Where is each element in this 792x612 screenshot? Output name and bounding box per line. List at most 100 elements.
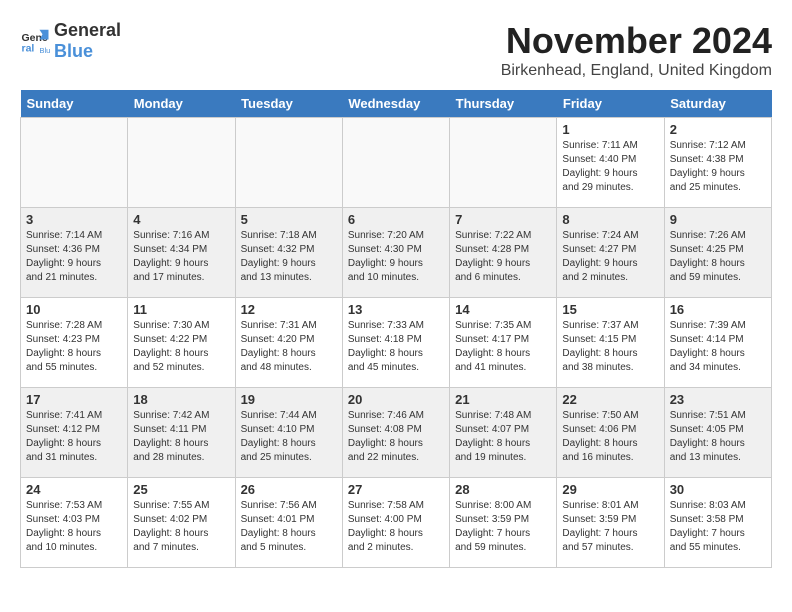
day-number: 4 bbox=[133, 212, 229, 227]
day-info: Sunrise: 7:24 AM Sunset: 4:27 PM Dayligh… bbox=[562, 229, 658, 285]
day-info: Sunrise: 7:30 AM Sunset: 4:22 PM Dayligh… bbox=[133, 319, 229, 375]
calendar-cell: 24Sunrise: 7:53 AM Sunset: 4:03 PM Dayli… bbox=[21, 478, 128, 568]
day-info: Sunrise: 7:11 AM Sunset: 4:40 PM Dayligh… bbox=[562, 139, 658, 195]
day-info: Sunrise: 7:50 AM Sunset: 4:06 PM Dayligh… bbox=[562, 409, 658, 465]
weekday-header-tuesday: Tuesday bbox=[235, 90, 342, 118]
day-info: Sunrise: 7:44 AM Sunset: 4:10 PM Dayligh… bbox=[241, 409, 337, 465]
day-info: Sunrise: 7:46 AM Sunset: 4:08 PM Dayligh… bbox=[348, 409, 444, 465]
day-number: 15 bbox=[562, 302, 658, 317]
day-info: Sunrise: 7:14 AM Sunset: 4:36 PM Dayligh… bbox=[26, 229, 122, 285]
weekday-header-wednesday: Wednesday bbox=[342, 90, 449, 118]
day-info: Sunrise: 7:48 AM Sunset: 4:07 PM Dayligh… bbox=[455, 409, 551, 465]
day-info: Sunrise: 7:18 AM Sunset: 4:32 PM Dayligh… bbox=[241, 229, 337, 285]
day-info: Sunrise: 8:03 AM Sunset: 3:58 PM Dayligh… bbox=[670, 499, 766, 555]
day-info: Sunrise: 8:01 AM Sunset: 3:59 PM Dayligh… bbox=[562, 499, 658, 555]
day-number: 8 bbox=[562, 212, 658, 227]
day-number: 10 bbox=[26, 302, 122, 317]
day-number: 6 bbox=[348, 212, 444, 227]
day-number: 26 bbox=[241, 482, 337, 497]
day-info: Sunrise: 7:39 AM Sunset: 4:14 PM Dayligh… bbox=[670, 319, 766, 375]
svg-text:Blue: Blue bbox=[40, 46, 51, 55]
calendar-cell: 18 Sunrise: 7:42 AM Sunset: 4:11 PM Dayli… bbox=[128, 388, 235, 478]
calendar-cell: 25 Sunrise: 7:55 AM Sunset: 4:02 PM Dayli… bbox=[128, 478, 235, 568]
day-number: 14 bbox=[455, 302, 551, 317]
calendar-cell: 19 Sunrise: 7:44 AM Sunset: 4:10 PM Dayli… bbox=[235, 388, 342, 478]
calendar-cell: 14 Sunrise: 7:35 AM Sunset: 4:17 PM Dayli… bbox=[450, 298, 557, 388]
calendar-cell: 22 Sunrise: 7:50 AM Sunset: 4:06 PM Dayli… bbox=[557, 388, 664, 478]
day-info: Sunrise: 7:55 AM Sunset: 4:02 PM Dayligh… bbox=[133, 499, 229, 555]
calendar-cell bbox=[128, 118, 235, 208]
day-info: Sunrise: 7:53 AM Sunset: 4:03 PM Dayligh… bbox=[26, 499, 122, 555]
calendar-cell: 23 Sunrise: 7:51 AM Sunset: 4:05 PM Dayli… bbox=[664, 388, 771, 478]
calendar-cell: 21 Sunrise: 7:48 AM Sunset: 4:07 PM Dayli… bbox=[450, 388, 557, 478]
logo-icon: Gene ral Blue bbox=[20, 26, 50, 56]
calendar-cell: 26 Sunrise: 7:56 AM Sunset: 4:01 PM Dayli… bbox=[235, 478, 342, 568]
calendar-cell: 30 Sunrise: 8:03 AM Sunset: 3:58 PM Dayli… bbox=[664, 478, 771, 568]
calendar-cell: 12Sunrise: 7:31 AM Sunset: 4:20 PM Dayli… bbox=[235, 298, 342, 388]
day-info: Sunrise: 7:12 AM Sunset: 4:38 PM Dayligh… bbox=[670, 139, 766, 195]
calendar-cell: 20Sunrise: 7:46 AM Sunset: 4:08 PM Dayli… bbox=[342, 388, 449, 478]
day-info: Sunrise: 7:22 AM Sunset: 4:28 PM Dayligh… bbox=[455, 229, 551, 285]
day-number: 2 bbox=[670, 122, 766, 137]
day-number: 16 bbox=[670, 302, 766, 317]
header: Gene ral Blue General Blue November 2024… bbox=[20, 20, 772, 80]
day-number: 28 bbox=[455, 482, 551, 497]
day-number: 30 bbox=[670, 482, 766, 497]
day-number: 21 bbox=[455, 392, 551, 407]
day-number: 1 bbox=[562, 122, 658, 137]
day-number: 11 bbox=[133, 302, 229, 317]
calendar-cell: 2 Sunrise: 7:12 AM Sunset: 4:38 PM Daylig… bbox=[664, 118, 771, 208]
day-info: Sunrise: 7:58 AM Sunset: 4:00 PM Dayligh… bbox=[348, 499, 444, 555]
day-info: Sunrise: 7:37 AM Sunset: 4:15 PM Dayligh… bbox=[562, 319, 658, 375]
location-title: Birkenhead, England, United Kingdom bbox=[501, 62, 772, 80]
day-number: 29 bbox=[562, 482, 658, 497]
day-info: Sunrise: 7:41 AM Sunset: 4:12 PM Dayligh… bbox=[26, 409, 122, 465]
day-info: Sunrise: 8:00 AM Sunset: 3:59 PM Dayligh… bbox=[455, 499, 551, 555]
day-number: 5 bbox=[241, 212, 337, 227]
calendar-cell: 3 Sunrise: 7:14 AM Sunset: 4:36 PM Daylig… bbox=[21, 208, 128, 298]
logo-blue: Blue bbox=[54, 41, 93, 61]
calendar-cell: 4 Sunrise: 7:16 AM Sunset: 4:34 PM Daylig… bbox=[128, 208, 235, 298]
weekday-header-friday: Friday bbox=[557, 90, 664, 118]
svg-text:ral: ral bbox=[22, 43, 35, 55]
day-number: 22 bbox=[562, 392, 658, 407]
weekday-header-monday: Monday bbox=[128, 90, 235, 118]
day-info: Sunrise: 7:28 AM Sunset: 4:23 PM Dayligh… bbox=[26, 319, 122, 375]
day-number: 7 bbox=[455, 212, 551, 227]
calendar-cell: 6 Sunrise: 7:20 AM Sunset: 4:30 PM Daylig… bbox=[342, 208, 449, 298]
calendar-cell: 5 Sunrise: 7:18 AM Sunset: 4:32 PM Daylig… bbox=[235, 208, 342, 298]
day-info: Sunrise: 7:16 AM Sunset: 4:34 PM Dayligh… bbox=[133, 229, 229, 285]
calendar-cell: 10 Sunrise: 7:28 AM Sunset: 4:23 PM Dayli… bbox=[21, 298, 128, 388]
calendar-cell: 13Sunrise: 7:33 AM Sunset: 4:18 PM Dayli… bbox=[342, 298, 449, 388]
day-number: 19 bbox=[241, 392, 337, 407]
day-number: 17 bbox=[26, 392, 122, 407]
day-info: Sunrise: 7:31 AM Sunset: 4:20 PM Dayligh… bbox=[241, 319, 337, 375]
calendar-cell: 16 Sunrise: 7:39 AM Sunset: 4:14 PM Dayli… bbox=[664, 298, 771, 388]
calendar-cell bbox=[342, 118, 449, 208]
calendar-cell bbox=[21, 118, 128, 208]
day-info: Sunrise: 7:35 AM Sunset: 4:17 PM Dayligh… bbox=[455, 319, 551, 375]
day-number: 9 bbox=[670, 212, 766, 227]
calendar-cell: 29 Sunrise: 8:01 AM Sunset: 3:59 PM Dayli… bbox=[557, 478, 664, 568]
day-number: 13 bbox=[348, 302, 444, 317]
day-info: Sunrise: 7:20 AM Sunset: 4:30 PM Dayligh… bbox=[348, 229, 444, 285]
day-number: 18 bbox=[133, 392, 229, 407]
month-title: November 2024 bbox=[501, 20, 772, 62]
day-number: 3 bbox=[26, 212, 122, 227]
weekday-header-thursday: Thursday bbox=[450, 90, 557, 118]
calendar-cell: 11 Sunrise: 7:30 AM Sunset: 4:22 PM Dayli… bbox=[128, 298, 235, 388]
calendar-cell: 8 Sunrise: 7:24 AM Sunset: 4:27 PM Daylig… bbox=[557, 208, 664, 298]
day-info: Sunrise: 7:42 AM Sunset: 4:11 PM Dayligh… bbox=[133, 409, 229, 465]
day-number: 23 bbox=[670, 392, 766, 407]
weekday-header-sunday: Sunday bbox=[21, 90, 128, 118]
calendar-cell: 1 Sunrise: 7:11 AM Sunset: 4:40 PM Daylig… bbox=[557, 118, 664, 208]
day-info: Sunrise: 7:26 AM Sunset: 4:25 PM Dayligh… bbox=[670, 229, 766, 285]
calendar-cell bbox=[235, 118, 342, 208]
day-number: 25 bbox=[133, 482, 229, 497]
calendar-cell: 15 Sunrise: 7:37 AM Sunset: 4:15 PM Dayli… bbox=[557, 298, 664, 388]
day-number: 27 bbox=[348, 482, 444, 497]
calendar-table: SundayMondayTuesdayWednesdayThursdayFrid… bbox=[20, 90, 772, 568]
day-info: Sunrise: 7:51 AM Sunset: 4:05 PM Dayligh… bbox=[670, 409, 766, 465]
logo-general: General bbox=[54, 20, 121, 40]
day-info: Sunrise: 7:56 AM Sunset: 4:01 PM Dayligh… bbox=[241, 499, 337, 555]
